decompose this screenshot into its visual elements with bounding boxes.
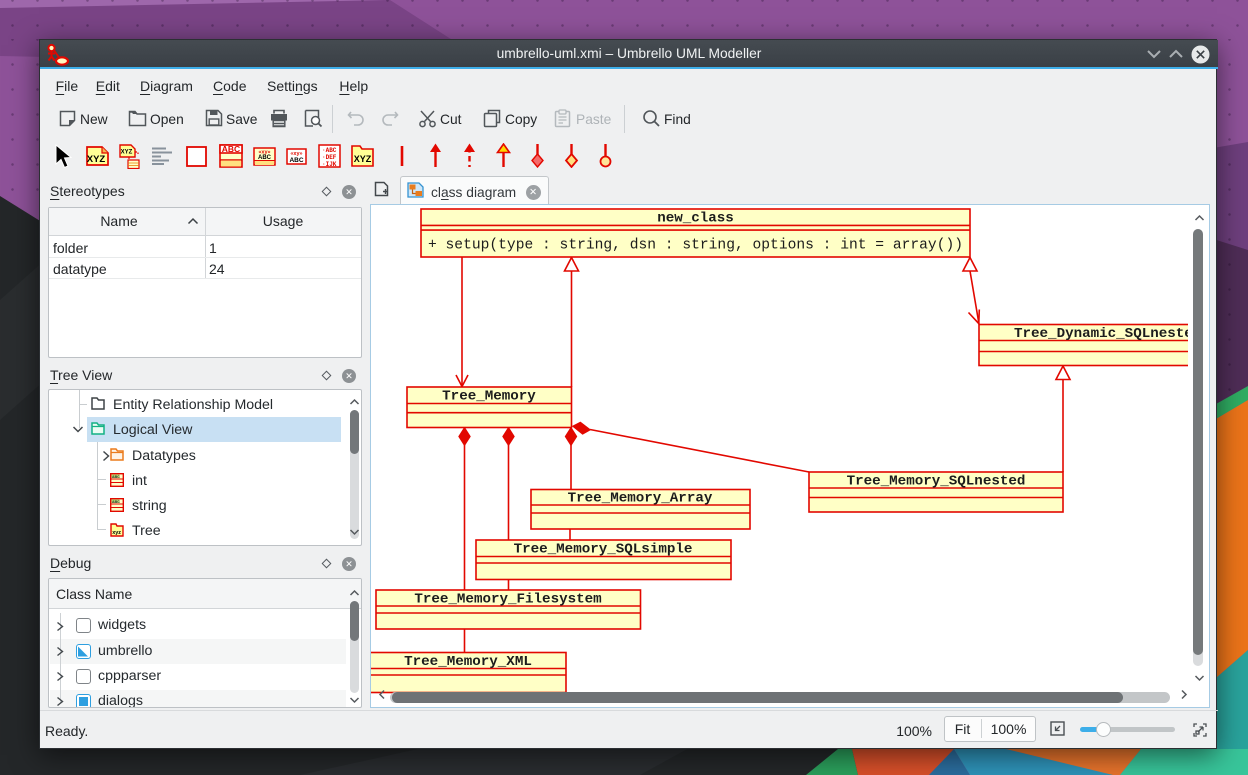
svg-text:Tree_Memory_XML: Tree_Memory_XML [404, 654, 532, 670]
svg-text:ABC: ABC [112, 500, 120, 504]
svg-text:+ setup(type : string, dsn : s: + setup(type : string, dsn : string, opt… [428, 238, 963, 254]
svg-text:Tree_Memory: Tree_Memory [442, 389, 536, 405]
svg-text:·ABC: ·ABC [322, 147, 337, 154]
svg-text:XYZ: XYZ [121, 150, 133, 156]
svg-text:Tree_Memory_SQLnested: Tree_Memory_SQLnested [847, 474, 1026, 490]
svg-text:xyz: xyz [112, 530, 121, 536]
svg-text:ABC: ABC [112, 475, 120, 479]
svg-text:ABC: ABC [222, 144, 240, 154]
svg-text:·IJK: ·IJK [322, 161, 337, 168]
svg-text:ABC: ABC [289, 157, 303, 164]
svg-text:new_class: new_class [657, 211, 734, 227]
svg-text:Tree_Memory_SQLsimple: Tree_Memory_SQLsimple [514, 542, 693, 558]
svg-text:XYZ: XYZ [87, 154, 106, 165]
svg-text:·DEF: ·DEF [322, 154, 337, 161]
svg-text:Tree_Memory_Filesystem: Tree_Memory_Filesystem [414, 592, 601, 608]
svg-text:Tree_Dynamic_SQLnested: Tree_Dynamic_SQLnested [1014, 326, 1188, 342]
svg-text:Tree_Memory_Array: Tree_Memory_Array [568, 491, 713, 507]
svg-text:XYZ: XYZ [354, 154, 372, 164]
